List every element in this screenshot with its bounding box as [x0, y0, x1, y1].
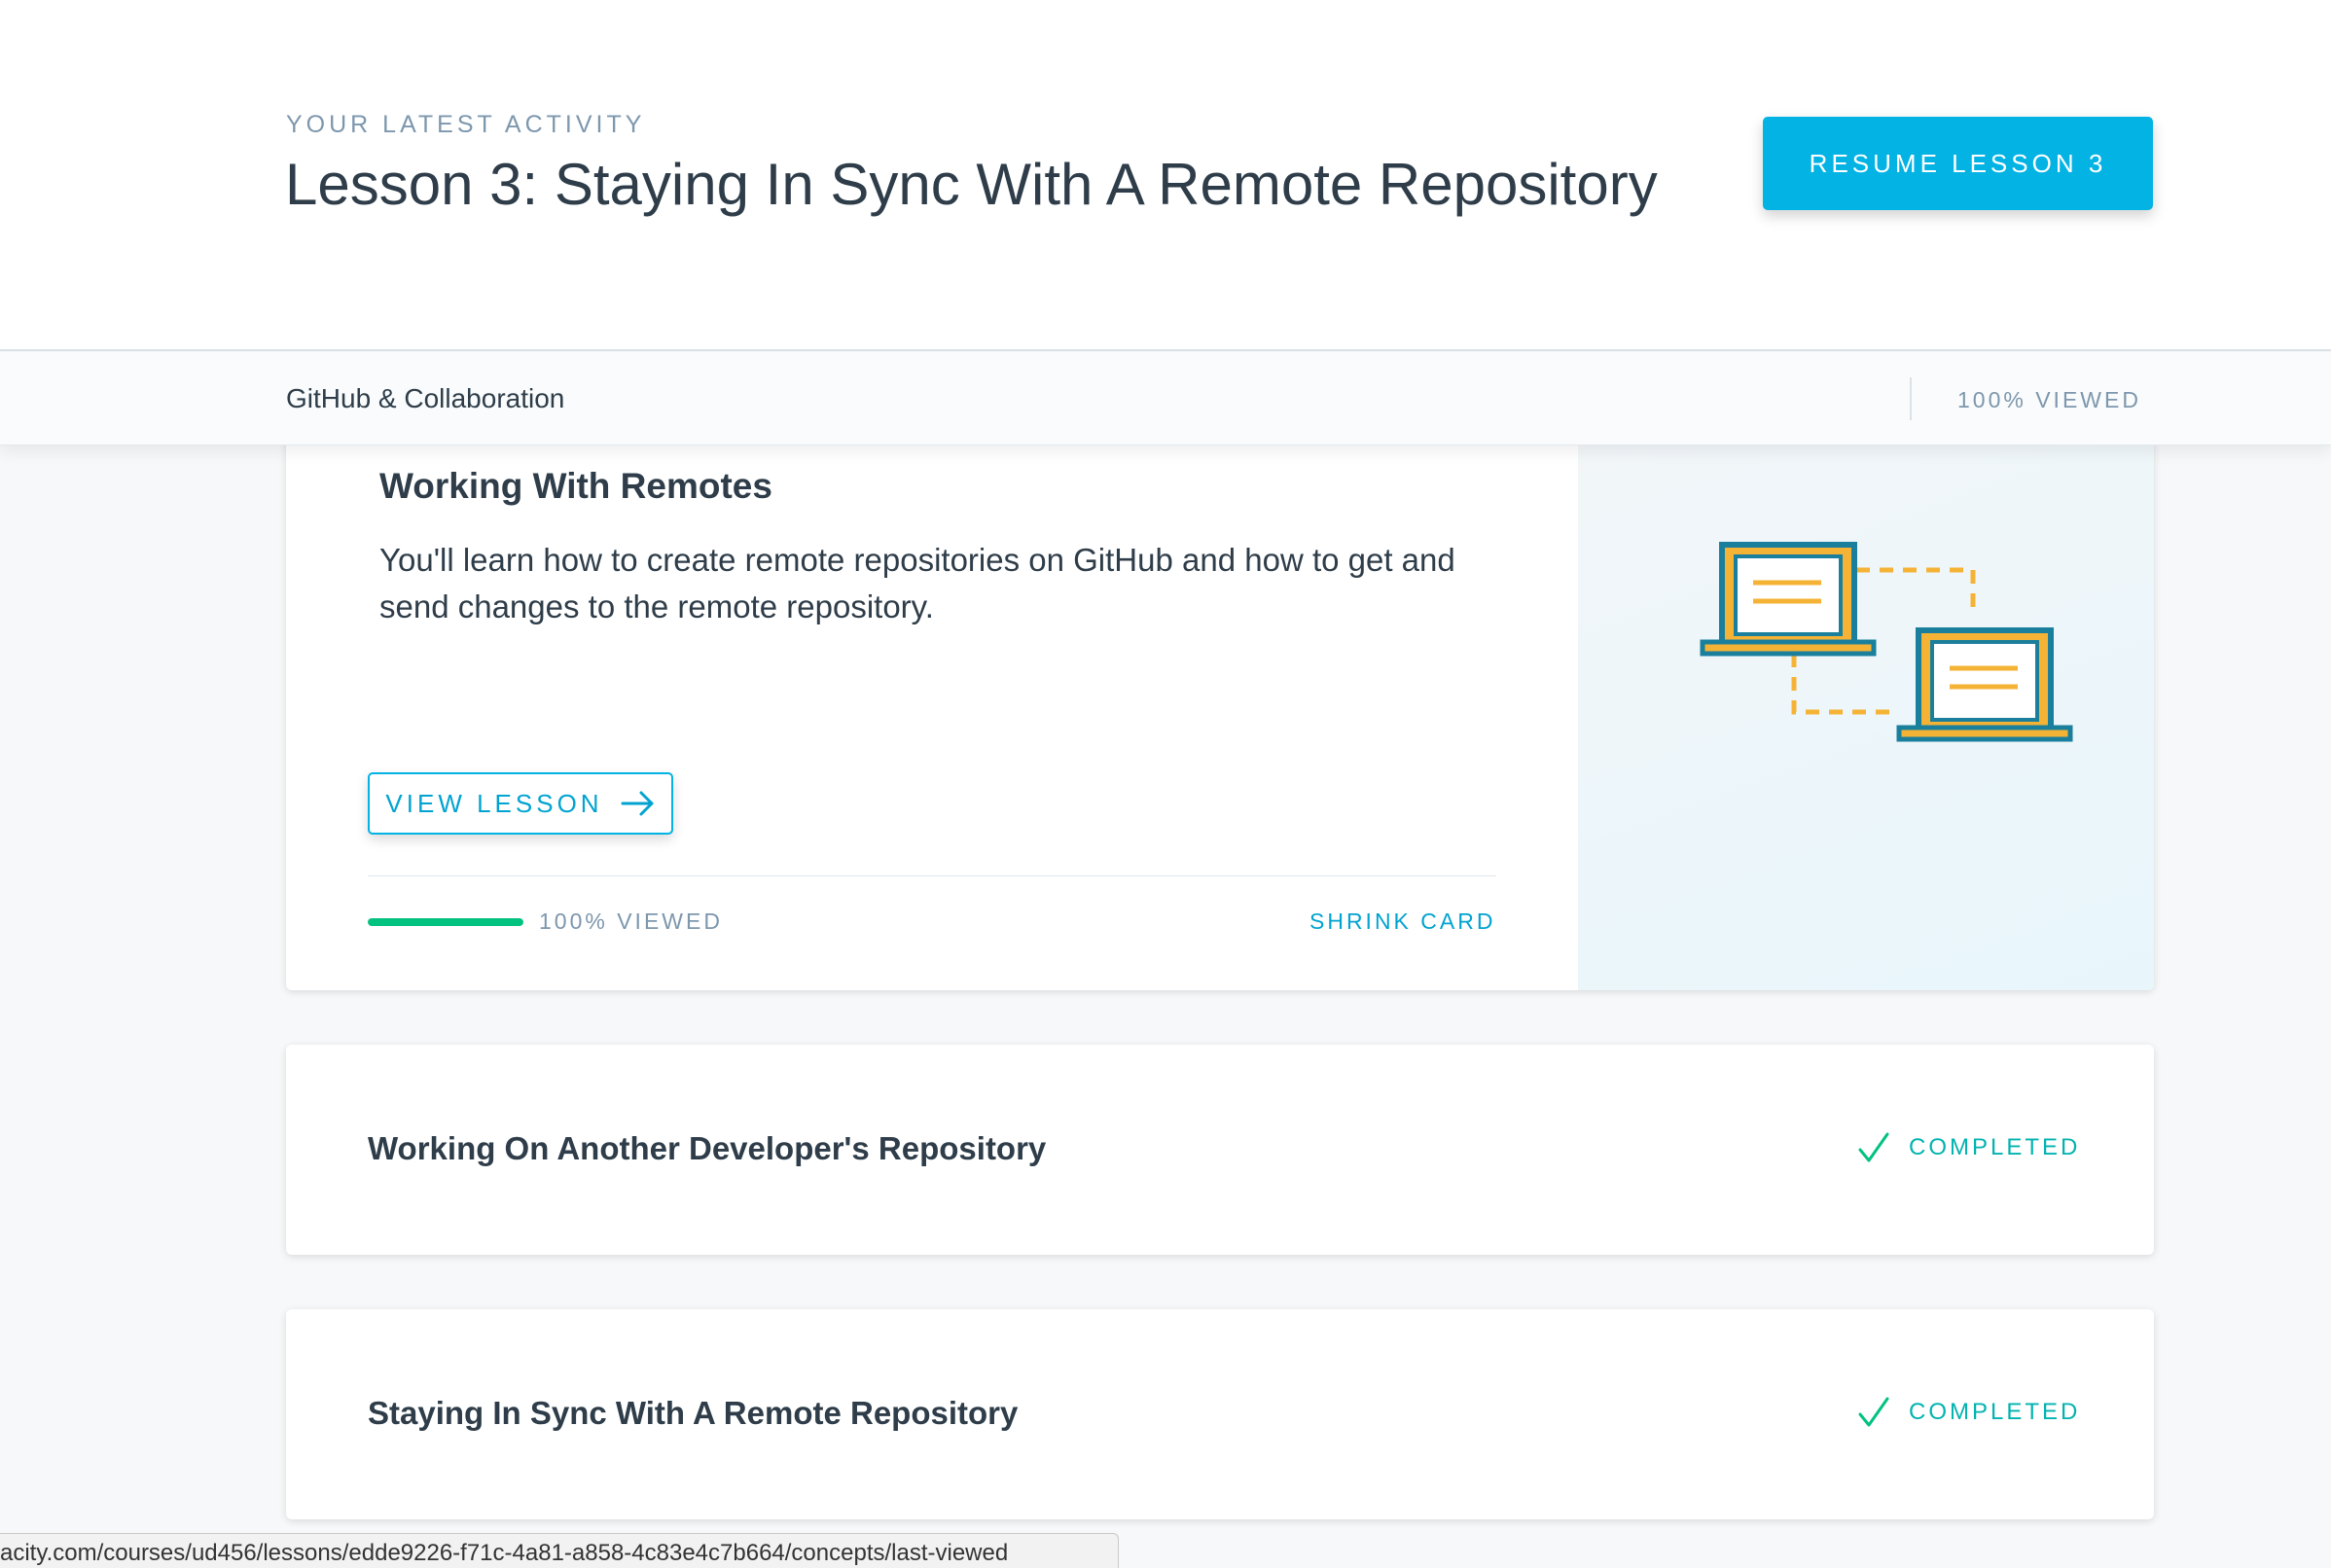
lesson-card[interactable]: Staying In Sync With A Remote Repository…: [286, 1309, 2154, 1519]
lesson-card-expanded: Working With Remotes You'll learn how to…: [286, 428, 2154, 990]
arrow-right-icon: [621, 791, 654, 816]
lesson-card-title: Working With Remotes: [379, 466, 772, 506]
view-lesson-button[interactable]: VIEW LESSON: [368, 772, 673, 835]
progress-bar: [368, 918, 523, 926]
two-laptops-sync-icon: [1700, 542, 2073, 742]
completed-label: COMPLETED: [1909, 1399, 2081, 1425]
lesson-card-title: Working On Another Developer's Repositor…: [368, 1130, 1047, 1166]
page-title: Lesson 3: Staying In Sync With A Remote …: [285, 152, 1658, 217]
checkmark-icon: [1858, 1132, 1889, 1162]
lesson-card-description: You'll learn how to create remote reposi…: [379, 542, 1455, 624]
latest-activity-label: YOUR LATEST ACTIVITY: [286, 111, 646, 138]
shrink-card-link[interactable]: SHRINK CARD: [1309, 909, 1495, 935]
completed-label: COMPLETED: [1909, 1134, 2081, 1160]
latest-activity-header: YOUR LATEST ACTIVITY Lesson 3: Staying I…: [0, 0, 2331, 351]
lesson-card-title: Staying In Sync With A Remote Repository: [368, 1395, 1019, 1431]
divider: [368, 875, 1496, 876]
completed-status: COMPLETED: [1856, 1395, 2080, 1430]
divider: [1910, 377, 1912, 420]
lesson-card[interactable]: Working On Another Developer's Repositor…: [286, 1045, 2154, 1255]
course-viewed-status: 100% VIEWED: [1957, 387, 2141, 412]
link-preview-status-bar: acity.com/courses/ud456/lessons/edde9226…: [0, 1533, 1119, 1568]
checkmark-icon: [1858, 1397, 1889, 1427]
progress-label: 100% VIEWED: [539, 909, 723, 934]
course-subheader: GitHub & Collaboration 100% VIEWED: [0, 352, 2331, 445]
view-lesson-label: VIEW LESSON: [385, 788, 603, 818]
completed-status: COMPLETED: [1856, 1130, 2080, 1165]
progress-bar-fill: [368, 918, 523, 926]
course-name: GitHub & Collaboration: [286, 383, 565, 413]
resume-lesson-button[interactable]: RESUME LESSON 3: [1763, 117, 2153, 210]
lesson-illustration-panel: [1578, 428, 2154, 990]
lesson-card-body: Working With Remotes You'll learn how to…: [286, 428, 1578, 990]
